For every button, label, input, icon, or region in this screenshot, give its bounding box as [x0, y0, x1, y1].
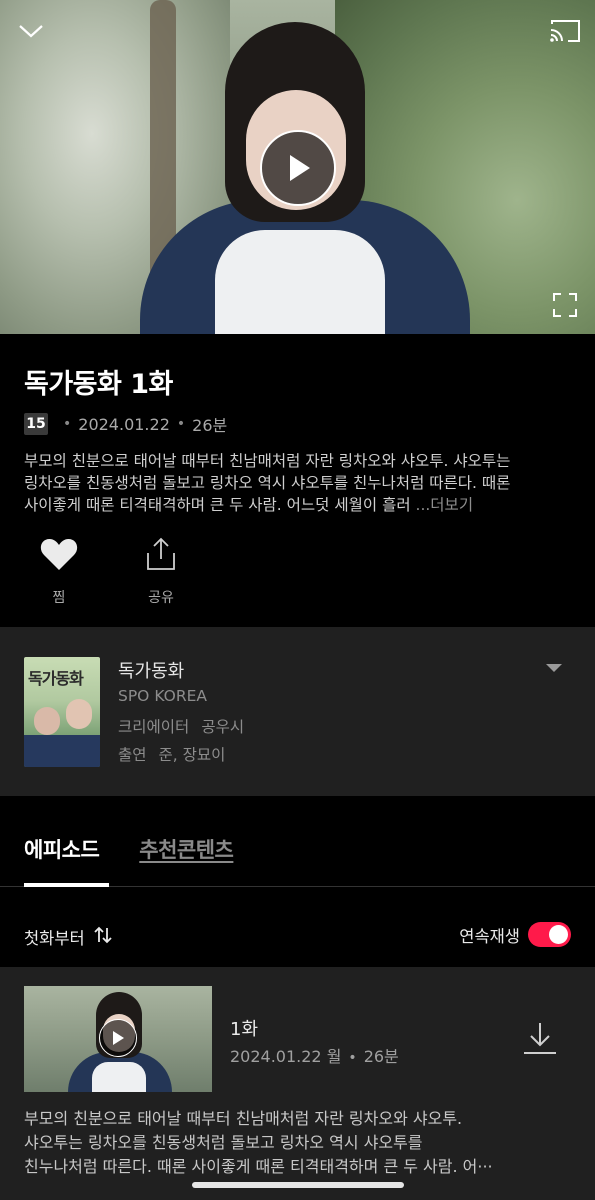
- age-rating-badge: 15: [24, 413, 48, 435]
- play-icon[interactable]: [99, 1019, 137, 1057]
- episode-item[interactable]: 1화 2024.01.22 월 • 26분 부모의 친분으로 태어날 때부터 친남매…: [0, 967, 595, 1200]
- toggle-knob: [549, 925, 568, 944]
- tab-episodes[interactable]: 에피소드: [24, 834, 100, 864]
- chevron-down-icon[interactable]: [14, 14, 48, 48]
- poster-figure: [66, 699, 92, 729]
- video-figure-shirt: [215, 230, 385, 334]
- video-player[interactable]: [0, 0, 595, 334]
- sort-label: 첫화부터: [24, 929, 85, 948]
- program-poster[interactable]: 독가동화: [24, 657, 100, 767]
- poster-title: 독가동화: [28, 669, 84, 688]
- episode-item-duration: 26분: [363, 1047, 399, 1066]
- play-icon[interactable]: [260, 130, 336, 206]
- description-line: 부모의 친분으로 태어날 때부터 친남매처럼 자란 링차오와 샤오투.: [24, 1109, 463, 1128]
- program-studio: SPO KOREA: [118, 687, 207, 705]
- separator-dot: •: [63, 416, 72, 432]
- episode-description: 부모의 친분으로 태어날 때부터 친남매처럼 자란 링차오와 샤오투. 샤오투는…: [24, 450, 574, 516]
- share-button[interactable]: 공유: [126, 537, 196, 607]
- sort-button[interactable]: 첫화부터: [24, 925, 113, 949]
- active-tab-indicator: [24, 883, 109, 887]
- more-link[interactable]: ...더보기: [416, 496, 474, 514]
- separator-dot: •: [176, 416, 186, 432]
- description-line: 부모의 친분으로 태어날 때부터 친남매처럼 자란 링차오와 샤오투. 샤오투는: [24, 452, 511, 470]
- chevron-down-icon[interactable]: [546, 664, 562, 672]
- creator-value: 공우시: [201, 718, 245, 736]
- content-tabs: 에피소드 추천콘텐츠: [24, 834, 273, 864]
- sort-icon: [93, 925, 113, 949]
- program-cast: 출연 준, 장묘이: [118, 743, 225, 765]
- action-bar: 찜 공유: [24, 537, 228, 607]
- description-text: 사이좋게 때론 티격태격하며 큰 두 사람. 어느덧 세월이 흘러: [24, 496, 416, 514]
- description-line: 친누나처럼 따른다. 때론 사이좋게 때론 티격태격하며 큰 두 사람. 어··…: [24, 1157, 493, 1176]
- fullscreen-icon[interactable]: [550, 290, 580, 320]
- autoplay-label: 연속재생: [459, 926, 520, 946]
- wishlist-button[interactable]: 찜: [24, 537, 94, 607]
- poster-figure: [34, 707, 60, 735]
- autoplay-toggle[interactable]: [528, 922, 571, 947]
- autoplay-control: 연속재생: [459, 922, 571, 947]
- share-icon: [144, 537, 178, 575]
- description-line: 링차오를 친동생처럼 돌보고 링차오 역시 샤오투를 친누나처럼 따른다. 때론: [24, 474, 511, 492]
- cast-label: 출연: [118, 746, 147, 764]
- wishlist-label: 찜: [52, 590, 66, 606]
- tab-recommended[interactable]: 추천콘텐츠: [139, 834, 234, 864]
- episode-item-meta: 2024.01.22 월 • 26분: [230, 1043, 399, 1067]
- episode-item-description: 부모의 친분으로 태어날 때부터 친남매처럼 자란 링차오와 샤오투. 샤오투는…: [24, 1107, 574, 1179]
- creator-label: 크리에이터: [118, 718, 190, 736]
- download-icon[interactable]: [520, 1019, 560, 1059]
- description-line: 샤오투는 링차오를 친동생처럼 돌보고 링차오 역시 샤오투를: [24, 1133, 423, 1152]
- episode-item-title: 1화: [230, 1019, 259, 1040]
- program-creator: 크리에이터 공우시: [118, 715, 244, 737]
- episode-title: 독가동화 1화: [24, 369, 173, 400]
- episode-thumbnail[interactable]: [24, 986, 212, 1092]
- episode-item-date: 2024.01.22 월: [230, 1047, 342, 1066]
- air-date: 2024.01.22: [78, 414, 170, 434]
- cast-icon[interactable]: [546, 14, 584, 48]
- cast-value: 준, 장묘이: [158, 746, 226, 764]
- episode-meta: 15 • 2024.01.22 • 26분: [24, 412, 227, 436]
- duration: 26분: [192, 416, 228, 435]
- poster-figures-uniform: [24, 735, 100, 767]
- home-indicator[interactable]: [192, 1182, 404, 1188]
- program-card[interactable]: 독가동화 독가동화 SPO KOREA 크리에이터 공우시 출연 준, 장묘이: [0, 627, 595, 796]
- share-label: 공유: [148, 590, 174, 606]
- thumb-figure-shirt: [92, 1062, 146, 1092]
- program-name: 독가동화: [118, 661, 185, 682]
- description-line: 사이좋게 때론 티격태격하며 큰 두 사람. 어느덧 세월이 흘러 ...더보기: [24, 494, 574, 516]
- separator-dot: •: [348, 1050, 357, 1066]
- heart-icon: [40, 537, 78, 575]
